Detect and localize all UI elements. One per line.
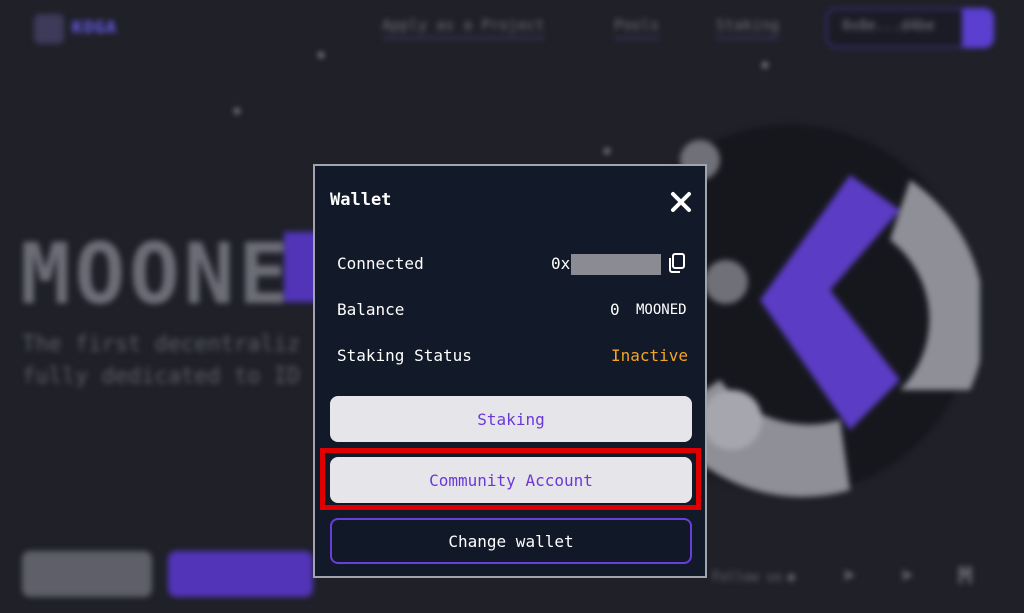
- hero-subtitle-line-1: The first decentraliz: [22, 332, 301, 357]
- change-wallet-button[interactable]: Change wallet: [330, 518, 692, 564]
- wallet-pill-address: 0x8e...d4be: [842, 18, 935, 34]
- medium-icon[interactable]: M: [958, 562, 972, 590]
- telegram-icon[interactable]: ➤: [900, 562, 914, 590]
- hero-subtitle-line-2: fully dedicated to ID: [22, 364, 301, 389]
- balance-unit: MOONED: [636, 302, 687, 318]
- nav-apply-project[interactable]: Apply as a Project: [382, 16, 545, 39]
- logo-text: KOGA: [72, 18, 117, 38]
- wallet-pill-button[interactable]: 0x8e...d4be: [826, 8, 994, 48]
- nav-pools[interactable]: Pools: [614, 16, 660, 39]
- address-prefix: 0x: [551, 254, 571, 273]
- hero-title: MOONE: [20, 225, 293, 323]
- litepaper-button[interactable]: [22, 551, 152, 597]
- star-decoration: [234, 108, 240, 114]
- address-redacted: [571, 254, 661, 275]
- wallet-modal: Wallet Connected 0x Balance 0 MOONED Sta…: [313, 164, 707, 578]
- site-logo[interactable]: KOGA: [34, 12, 138, 46]
- staking-status-value: Inactive: [611, 346, 689, 365]
- staking-status-label: Staking Status: [337, 346, 472, 365]
- nav-staking[interactable]: Staking: [716, 16, 780, 39]
- balance-value: 0: [610, 300, 620, 319]
- community-account-button[interactable]: Community Account: [330, 457, 692, 503]
- wallet-pill-icon: [962, 8, 994, 48]
- telegram-icon[interactable]: ➤: [842, 562, 856, 590]
- copy-icon[interactable]: [667, 252, 687, 274]
- quick-swap-button[interactable]: [168, 551, 313, 597]
- twitter-icon[interactable]: ✦: [784, 562, 798, 590]
- star-decoration: [762, 62, 768, 68]
- modal-title: Wallet: [330, 190, 392, 210]
- close-icon[interactable]: [667, 188, 695, 216]
- star-decoration: [318, 52, 324, 58]
- staking-button[interactable]: Staking: [330, 396, 692, 442]
- connected-label: Connected: [337, 254, 424, 273]
- logo-mark: [34, 14, 64, 44]
- balance-label: Balance: [337, 300, 405, 319]
- follow-us-label: Follow us: [712, 570, 783, 585]
